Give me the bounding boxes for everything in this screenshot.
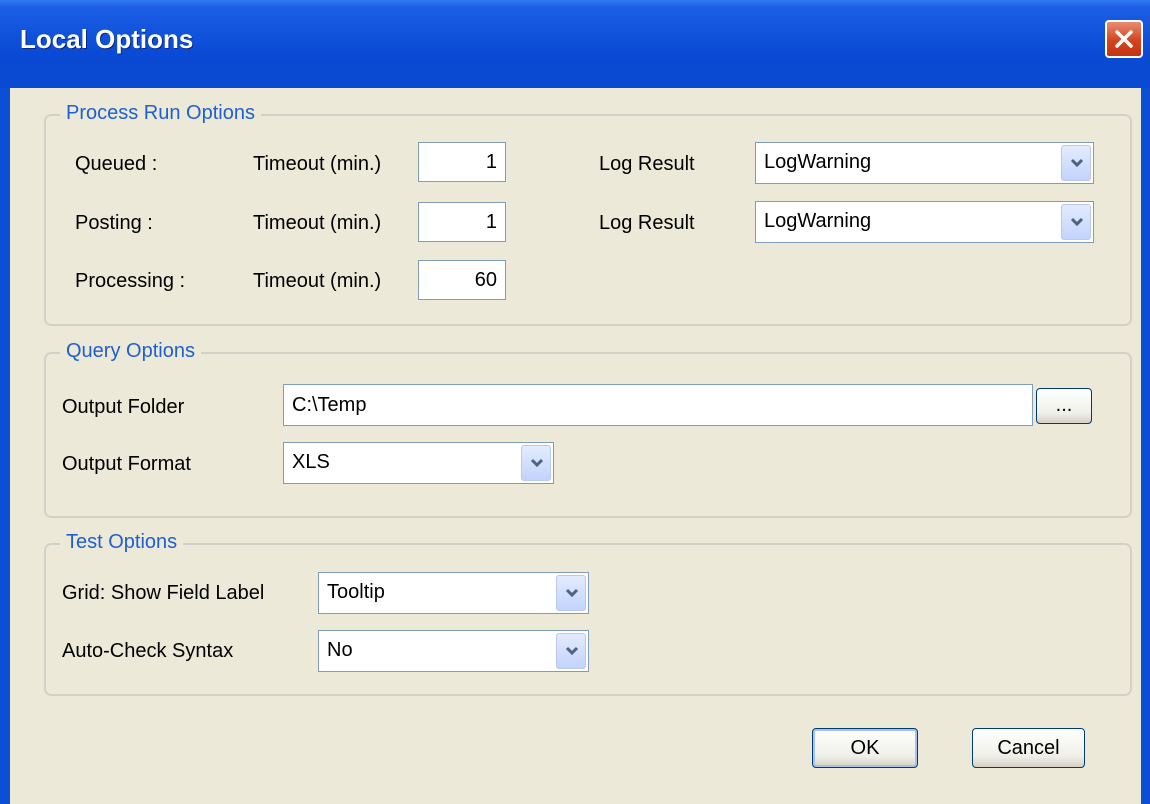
browse-folder-button[interactable]: ... bbox=[1036, 388, 1092, 424]
chevron-down-icon bbox=[530, 458, 544, 468]
queued-log-result-value: LogWarning bbox=[764, 151, 872, 173]
grid-show-field-label-label: Grid: Show Field Label bbox=[62, 582, 265, 604]
test-options-group: Test Options bbox=[44, 531, 1132, 696]
posting-log-result-label: Log Result bbox=[599, 212, 695, 234]
output-format-select[interactable]: XLS bbox=[283, 442, 554, 484]
queued-timeout-label: Timeout (min.) bbox=[253, 153, 382, 175]
grid-show-field-label-dropdown-button[interactable] bbox=[556, 575, 586, 611]
grid-show-field-label-select[interactable]: Tooltip bbox=[318, 572, 589, 614]
close-button[interactable] bbox=[1105, 20, 1143, 58]
queued-log-result-select[interactable]: LogWarning bbox=[755, 142, 1094, 184]
process-run-options-legend: Process Run Options bbox=[60, 102, 261, 125]
posting-label: Posting : bbox=[75, 212, 153, 234]
posting-log-result-dropdown-button[interactable] bbox=[1061, 204, 1091, 240]
queued-timeout-input[interactable]: 1 bbox=[418, 142, 506, 182]
processing-label: Processing : bbox=[75, 270, 186, 292]
auto-check-syntax-value: No bbox=[327, 639, 353, 661]
output-folder-label: Output Folder bbox=[62, 396, 185, 418]
queued-label: Queued : bbox=[75, 153, 158, 175]
dialog-body: Process Run Options Queued : Timeout (mi… bbox=[10, 88, 1141, 804]
auto-check-syntax-label: Auto-Check Syntax bbox=[62, 640, 234, 662]
output-format-label: Output Format bbox=[62, 453, 191, 475]
queued-log-result-label: Log Result bbox=[599, 153, 695, 175]
ok-button[interactable]: OK bbox=[812, 728, 918, 768]
title-bar[interactable]: Local Options bbox=[0, 0, 1150, 88]
auto-check-syntax-select[interactable]: No bbox=[318, 630, 589, 672]
processing-timeout-label: Timeout (min.) bbox=[253, 270, 382, 292]
posting-timeout-label: Timeout (min.) bbox=[253, 212, 382, 234]
chevron-down-icon bbox=[1070, 158, 1084, 168]
query-options-group: Query Options bbox=[44, 340, 1132, 518]
test-options-legend: Test Options bbox=[60, 531, 184, 554]
auto-check-syntax-dropdown-button[interactable] bbox=[556, 633, 586, 669]
cancel-button[interactable]: Cancel bbox=[972, 728, 1085, 768]
posting-timeout-input[interactable]: 1 bbox=[418, 202, 506, 242]
query-options-legend: Query Options bbox=[60, 340, 201, 363]
processing-timeout-input[interactable]: 60 bbox=[418, 260, 506, 300]
chevron-down-icon bbox=[565, 588, 579, 598]
posting-log-result-select[interactable]: LogWarning bbox=[755, 201, 1094, 243]
queued-log-result-dropdown-button[interactable] bbox=[1061, 145, 1091, 181]
chevron-down-icon bbox=[1070, 217, 1084, 227]
close-icon bbox=[1115, 30, 1133, 48]
output-folder-input[interactable]: C:\Temp bbox=[283, 384, 1033, 426]
output-format-dropdown-button[interactable] bbox=[521, 445, 551, 481]
window-title: Local Options bbox=[20, 24, 194, 54]
output-format-value: XLS bbox=[292, 451, 330, 473]
posting-log-result-value: LogWarning bbox=[764, 210, 872, 232]
dialog-window: Local Options Process Run Options Queued… bbox=[0, 0, 1150, 804]
chevron-down-icon bbox=[565, 646, 579, 656]
grid-show-field-label-value: Tooltip bbox=[327, 581, 385, 603]
